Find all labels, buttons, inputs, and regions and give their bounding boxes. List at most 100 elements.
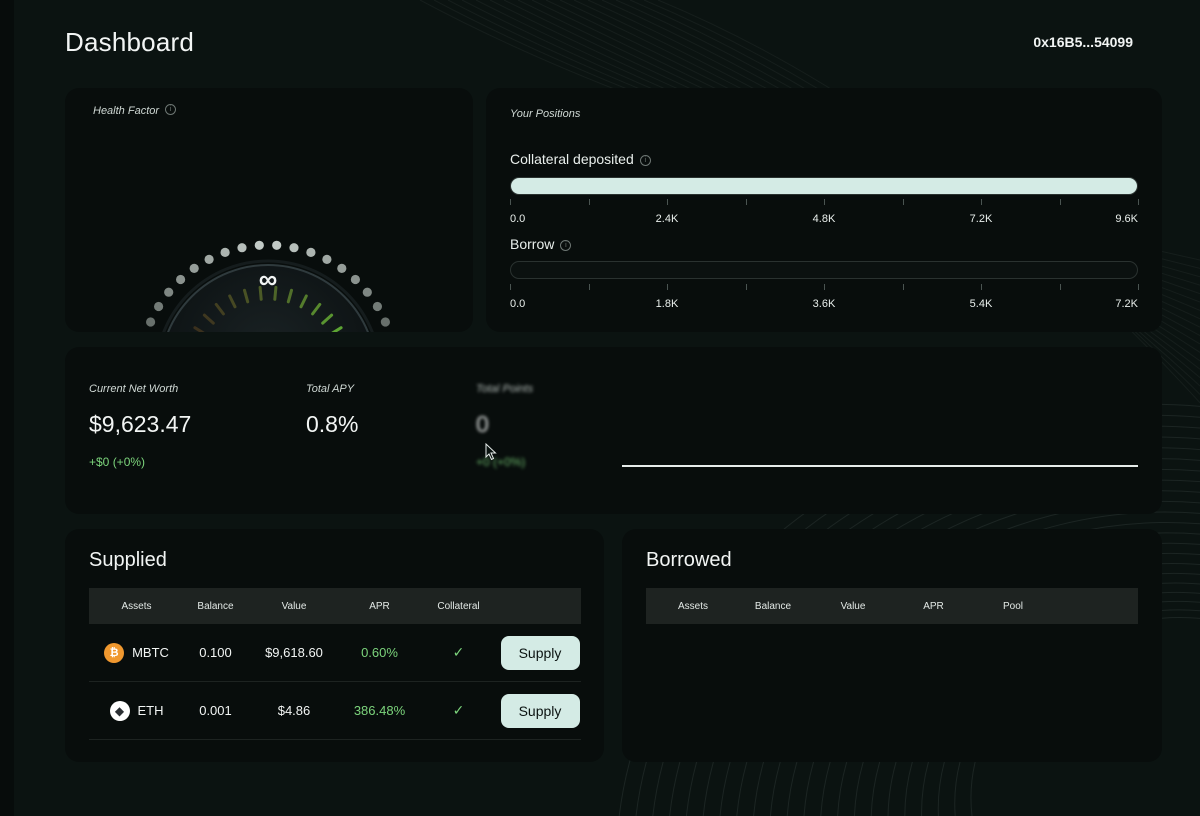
info-icon[interactable]: i (165, 104, 177, 116)
net-worth-stat: Current Net Worth $9,623.47 +$0 (+0%) (89, 383, 191, 469)
column-header: Assets (677, 600, 708, 612)
borrowed-table: Assets Balance Value APR Pool (646, 588, 1138, 624)
net-worth-sparkline (622, 465, 1138, 467)
points-value: 0 (476, 411, 489, 437)
collateral-title: Collateral deposited i (510, 151, 651, 167)
axis-tick (1138, 284, 1139, 290)
column-header: Pool (1002, 600, 1023, 612)
asset-name: MBTC (132, 645, 169, 660)
axis-tick (1059, 284, 1061, 290)
apy-stat: Total APY 0.8% (306, 383, 358, 438)
tick-label: 9.6K (1115, 213, 1138, 225)
table-row: ◆ ETH 0.001 $4.86 386.48% ✓ Supply (89, 682, 581, 740)
health-factor-value: ∞ (258, 264, 278, 294)
borrowed-title: Borrowed (646, 549, 732, 571)
balance-cell: 0.100 (199, 645, 232, 660)
tick-label: 7.2K (969, 213, 993, 225)
axis-tick (745, 284, 747, 290)
page-title: Dashboard (65, 27, 194, 57)
supplied-table-header: Assets Balance Value APR Collateral (89, 588, 581, 624)
gauge-dot (380, 317, 390, 327)
points-label: Total Points (476, 383, 534, 395)
net-worth-card: Current Net Worth $9,623.47 +$0 (+0%) To… (65, 347, 1162, 514)
gauge-dot (362, 287, 372, 297)
supply-button[interactable]: Supply (500, 693, 580, 728)
collateral-check-icon: ✓ (452, 644, 465, 660)
asset-cell: ◆ ETH (89, 700, 184, 721)
axis-tick (745, 199, 747, 205)
gauge-dot (176, 274, 186, 285)
gauge-dot (337, 263, 347, 273)
borrowed-table-header: Assets Balance Value APR Pool (646, 588, 1138, 624)
collateral-bar-fill (511, 178, 1137, 194)
asset-cell: ₿ MBTC (89, 642, 184, 663)
axis-tick (667, 284, 668, 290)
tick-label: 0.0 (510, 298, 526, 310)
axis-tick (824, 284, 825, 290)
supply-button[interactable]: Supply (500, 635, 580, 670)
tick-label: 2.4K (655, 213, 679, 225)
borrow-title: Borrow i (510, 236, 572, 252)
borrow-axis: 0.0 1.8K 3.6K 5.4K 7.2K (510, 284, 1139, 314)
collateral-check-icon: ✓ (452, 702, 465, 718)
apr-cell: 386.48% (353, 703, 406, 718)
value-cell: $4.86 (277, 703, 311, 718)
positions-card: Your Positions Collateral deposited i 0.0… (486, 88, 1162, 332)
axis-tick (588, 284, 590, 290)
borrow-bar (510, 261, 1138, 279)
axis-tick (824, 199, 825, 205)
value-cell: $9,618.60 (265, 645, 323, 660)
gauge-dot (146, 317, 156, 327)
left-edge-strip (0, 0, 14, 816)
gauge-dot (289, 243, 299, 253)
health-gauge (146, 240, 390, 332)
axis-tick (588, 199, 590, 205)
health-factor-label: Health Factor i (93, 101, 177, 119)
apy-label: Total APY (306, 383, 355, 395)
positions-label: Your Positions (510, 108, 581, 120)
wallet-address[interactable]: 0x16B5...54099 (1033, 34, 1133, 50)
axis-tick (902, 284, 904, 290)
axis-tick (1059, 199, 1061, 205)
column-header: Assets (121, 600, 152, 612)
column-header: Collateral (437, 600, 480, 612)
axis-tick (667, 199, 668, 205)
axis-tick (1138, 199, 1139, 205)
gauge-dot (164, 287, 174, 297)
apr-cell: 0.60% (361, 645, 398, 660)
gauge-dot (322, 254, 332, 264)
bitcoin-icon: ₿ (104, 642, 125, 663)
gauge-dot (237, 243, 247, 253)
tick-label: 3.6K (812, 298, 836, 310)
gauge-dot (189, 263, 199, 273)
gauge-dot (272, 240, 282, 250)
gauge-dot (306, 247, 316, 257)
column-header: APR (923, 600, 944, 612)
axis-tick (902, 199, 904, 205)
column-header: Balance (754, 600, 792, 612)
column-header: Value (840, 600, 866, 612)
tick-label: 4.8K (812, 213, 836, 225)
gauge-dot (154, 301, 164, 312)
info-icon[interactable]: i (639, 154, 651, 166)
axis-tick (981, 199, 982, 205)
gauge-dot (204, 254, 214, 264)
gauge-dot (220, 247, 230, 257)
collateral-bar (510, 177, 1138, 195)
axis-tick (510, 284, 511, 290)
balance-cell: 0.001 (199, 703, 232, 718)
collateral-axis: 0.0 2.4K 4.8K 7.2K 9.6K (510, 199, 1139, 229)
gauge-dot (254, 240, 264, 250)
table-row: ₿ MBTC 0.100 $9,618.60 0.60% ✓ Supply (89, 624, 581, 682)
supplied-title: Supplied (89, 549, 167, 571)
borrowed-card: Borrowed Assets Balance Value APR Pool (622, 529, 1162, 762)
supplied-card: Supplied Assets Balance Value APR Collat… (65, 529, 604, 762)
axis-tick (510, 199, 511, 205)
column-header: Balance (197, 600, 234, 612)
gauge-dot (350, 274, 360, 285)
tick-label: 0.0 (510, 213, 526, 225)
apy-value: 0.8% (306, 411, 359, 437)
supplied-table: Assets Balance Value APR Collateral ₿ MB… (89, 588, 581, 740)
info-icon[interactable]: i (560, 239, 572, 251)
net-worth-value: $9,623.47 (89, 411, 192, 437)
